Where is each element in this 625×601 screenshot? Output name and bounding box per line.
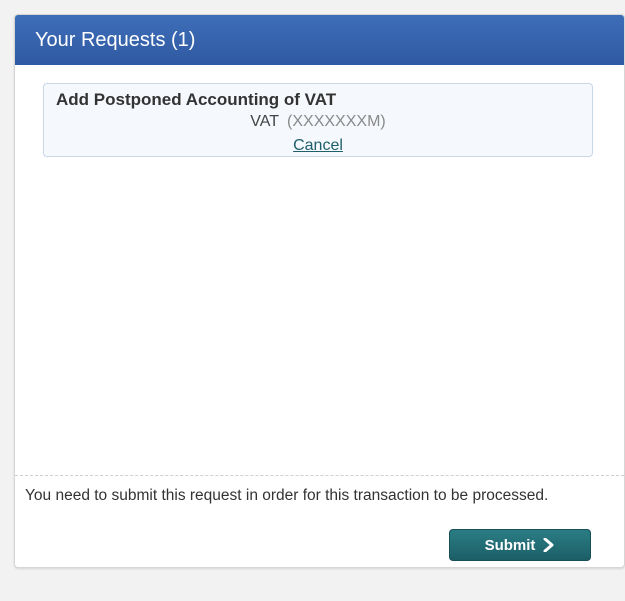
request-reference: (XXXXXXXM) [287,113,386,130]
cancel-link-container: Cancel [44,137,592,155]
request-card: Add Postponed Accounting of VAT VAT (XXXX… [43,83,593,157]
request-detail: VAT (XXXXXXXM) [44,113,592,131]
submit-button[interactable]: Submit [449,529,591,561]
panel-title: Your Requests (1) [35,28,196,51]
cancel-link[interactable]: Cancel [293,137,343,154]
divider [15,475,624,476]
submit-notice: You need to submit this request in order… [25,487,549,504]
request-type: VAT [250,113,280,130]
request-title: Add Postponed Accounting of VAT [56,90,337,109]
chevron-right-icon [543,538,555,552]
panel-header: Your Requests (1) [15,15,624,65]
submit-label: Submit [484,536,536,554]
requests-panel: Your Requests (1) Add Postponed Accounti… [14,14,625,568]
